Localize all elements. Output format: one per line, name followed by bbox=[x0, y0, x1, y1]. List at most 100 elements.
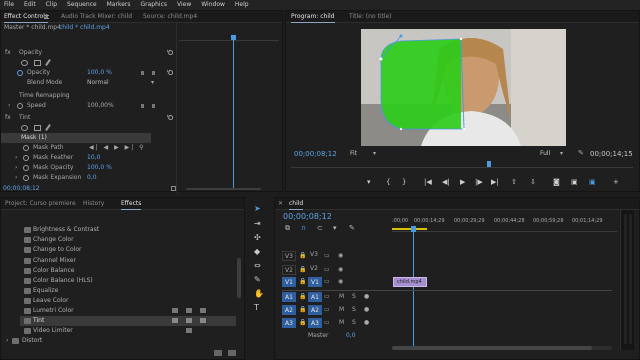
menu-markers[interactable]: Markers bbox=[107, 1, 131, 8]
program-timecode[interactable]: 00;00;08;12 bbox=[294, 150, 337, 158]
track-label[interactable]: V3 bbox=[282, 251, 296, 261]
blend-mode-select[interactable]: Normal bbox=[87, 78, 109, 88]
menu-sequence[interactable]: Sequence bbox=[67, 1, 97, 8]
marker-icon[interactable]: ▾ bbox=[333, 224, 337, 232]
source-patch-v1[interactable]: V1 bbox=[282, 277, 296, 287]
tab-audio-track-mixer[interactable]: Audio Track Mixer: child bbox=[61, 11, 132, 23]
mask-expansion-row[interactable]: › Mask Expansion 0,0 bbox=[1, 173, 176, 183]
sync-lock-icon[interactable]: ▭ bbox=[324, 278, 330, 285]
step-forward-icon[interactable]: |▶ bbox=[475, 178, 483, 186]
stopwatch-icon[interactable] bbox=[23, 165, 29, 171]
voice-over-icon[interactable]: ● bbox=[364, 319, 369, 326]
source-patch-a1[interactable]: A1 bbox=[282, 292, 296, 302]
menu-graphics[interactable]: Graphics bbox=[141, 1, 168, 8]
expand-icon[interactable]: › bbox=[15, 153, 17, 163]
mask-opacity-row[interactable]: › Mask Opacity 100,0 % bbox=[1, 163, 176, 173]
razor-tool-icon[interactable]: ◆ bbox=[254, 247, 260, 256]
timeline-scrollbar[interactable] bbox=[392, 346, 612, 350]
hand-tool-icon[interactable]: ✋ bbox=[254, 289, 264, 298]
tab-effects[interactable]: Effects bbox=[121, 198, 142, 210]
pen-tool-icon[interactable]: ✎ bbox=[254, 275, 261, 284]
menu-edit[interactable]: Edit bbox=[24, 1, 36, 8]
chevron-down-icon[interactable]: ▾ bbox=[151, 78, 154, 88]
mask-opacity-value[interactable]: 100,0 % bbox=[87, 163, 112, 173]
reset-icon[interactable] bbox=[167, 114, 174, 121]
voice-over-icon[interactable]: ● bbox=[364, 293, 369, 300]
expand-icon[interactable]: › bbox=[15, 173, 17, 183]
lock-icon[interactable]: 🔒 bbox=[299, 293, 306, 300]
sync-lock-icon[interactable]: ▭ bbox=[324, 266, 330, 273]
tab-title[interactable]: Title: (no title) bbox=[349, 11, 392, 23]
menu-view[interactable]: View bbox=[177, 1, 191, 8]
timeline-ruler[interactable]: :00;00 00;00;14;29 00;00;29;29 00;00;44;… bbox=[392, 216, 617, 232]
ec-timeline-ruler[interactable] bbox=[179, 33, 279, 41]
camera-icon[interactable]: ◙ bbox=[553, 178, 560, 186]
lock-icon[interactable]: 🔒 bbox=[299, 252, 306, 259]
tab-project[interactable]: Project: Curso premiere bbox=[5, 198, 76, 210]
filter-icon[interactable] bbox=[171, 186, 176, 191]
keyframe-nav-icon[interactable] bbox=[141, 104, 155, 108]
eye-icon[interactable]: ◉ bbox=[338, 266, 343, 273]
slip-tool-icon[interactable]: ⇔ bbox=[254, 261, 261, 270]
reset-icon[interactable] bbox=[167, 69, 174, 76]
sync-lock-icon[interactable]: ▭ bbox=[324, 319, 330, 326]
mask-row[interactable]: Mask (1) bbox=[1, 133, 151, 143]
menu-clip[interactable]: Clip bbox=[46, 1, 57, 8]
mask-path-row[interactable]: Mask Path ◀| ◀ ▶ ▶| ⚲ bbox=[1, 143, 176, 153]
expand-icon[interactable]: › bbox=[6, 336, 8, 346]
wrench-icon[interactable]: ✎ bbox=[349, 224, 355, 232]
mask-feather-row[interactable]: › Mask Feather 10,0 bbox=[1, 153, 176, 163]
track-label[interactable]: V1 bbox=[308, 277, 322, 287]
eye-icon[interactable]: ◉ bbox=[338, 252, 343, 259]
tab-effect-controls[interactable]: Effect Controls bbox=[4, 11, 48, 23]
tab-program[interactable]: Program: child bbox=[291, 11, 335, 23]
tab-history[interactable]: History bbox=[83, 198, 104, 210]
menu-window[interactable]: Window bbox=[201, 1, 225, 8]
solo-button[interactable]: S bbox=[352, 293, 356, 300]
expand-icon[interactable]: › bbox=[15, 163, 17, 173]
menu-file[interactable]: File bbox=[4, 1, 14, 8]
mark-in-icon[interactable]: { bbox=[386, 178, 390, 186]
ellipse-mask-icon[interactable] bbox=[21, 60, 28, 66]
work-area-bar[interactable] bbox=[392, 228, 427, 230]
tint-section[interactable]: fx Tint bbox=[1, 113, 176, 123]
stopwatch-icon[interactable] bbox=[23, 175, 29, 181]
rectangle-mask-icon[interactable] bbox=[34, 60, 41, 66]
mask-feather-value[interactable]: 10,0 bbox=[87, 153, 100, 163]
speed-value[interactable]: 100,00% bbox=[87, 101, 114, 111]
eye-icon[interactable]: ◉ bbox=[338, 278, 343, 285]
add-button-icon[interactable]: + bbox=[613, 178, 619, 186]
list-item[interactable]: Equalize bbox=[20, 286, 236, 296]
track-target-label[interactable]: V3 bbox=[310, 251, 318, 258]
blend-mode-row[interactable]: Blend Mode Normal ▾ bbox=[1, 78, 176, 88]
source-patch-a2[interactable]: A2 bbox=[282, 305, 296, 315]
snap-icon[interactable]: ∩ bbox=[301, 224, 306, 232]
list-item[interactable]: Lumetri Color bbox=[20, 306, 236, 316]
rectangle-mask-icon[interactable] bbox=[34, 125, 41, 131]
stopwatch-icon[interactable] bbox=[17, 103, 23, 109]
opacity-row[interactable]: Opacity 100,0 % bbox=[1, 68, 176, 78]
close-icon[interactable]: ✕ bbox=[278, 198, 283, 210]
track-label[interactable]: V2 bbox=[282, 265, 296, 275]
ripple-edit-tool-icon[interactable]: ✣ bbox=[254, 233, 261, 242]
effects-scrollbar[interactable] bbox=[237, 258, 241, 298]
pen-mask-icon[interactable] bbox=[45, 124, 51, 131]
keyframe-nav-icon[interactable] bbox=[141, 71, 155, 75]
lock-icon[interactable]: 🔒 bbox=[299, 278, 306, 285]
new-bin-icon[interactable] bbox=[214, 350, 222, 356]
selection-tool-icon[interactable]: ➤ bbox=[254, 204, 261, 213]
safe-margins-icon[interactable]: ▣ bbox=[589, 178, 596, 186]
list-item-folder[interactable]: › Distort bbox=[2, 336, 218, 346]
video-preview[interactable] bbox=[361, 29, 566, 146]
list-item[interactable]: Color Balance (HLS) bbox=[20, 276, 236, 286]
add-marker-icon[interactable]: ▾ bbox=[367, 178, 371, 186]
wrench-icon[interactable]: ✎ bbox=[578, 149, 584, 157]
go-to-out-icon[interactable]: ▶| bbox=[491, 178, 499, 186]
track-select-tool-icon[interactable]: ⇥ bbox=[254, 219, 261, 228]
list-item[interactable]: Brightness & Contrast bbox=[20, 225, 236, 235]
delete-icon[interactable] bbox=[228, 350, 236, 356]
voice-over-icon[interactable]: ● bbox=[364, 306, 369, 313]
mute-button[interactable]: M bbox=[339, 306, 344, 313]
list-item-selected[interactable]: Tint bbox=[20, 316, 236, 326]
mute-button[interactable]: M bbox=[339, 319, 344, 326]
